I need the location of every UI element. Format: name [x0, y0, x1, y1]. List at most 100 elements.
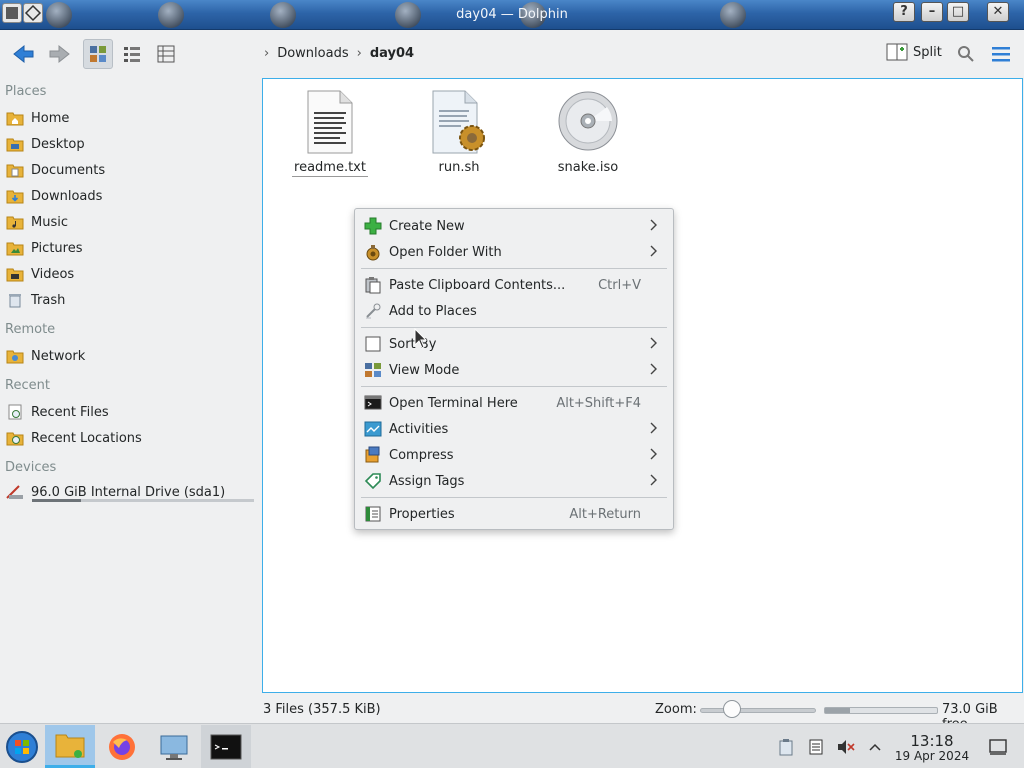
recent-header: Recent — [5, 378, 50, 393]
show-desktop-button[interactable] — [988, 737, 1008, 757]
split-label: Split — [913, 44, 942, 60]
disc-image-icon — [558, 91, 618, 151]
menu-item-compress[interactable]: Compress — [361, 442, 667, 468]
sidebar-item-pictures[interactable]: Pictures — [5, 236, 255, 260]
volume-muted-icon[interactable] — [836, 737, 856, 757]
hamburger-menu-icon — [992, 47, 1010, 62]
icons-view-button[interactable] — [83, 39, 113, 69]
search-icon — [958, 46, 974, 62]
back-button[interactable] — [8, 39, 40, 69]
search-button[interactable] — [953, 39, 979, 69]
details-view-button[interactable] — [151, 39, 181, 69]
taskbar: 13:18 19 Apr 2024 — [0, 723, 1024, 768]
digital-clock[interactable]: 13:18 19 Apr 2024 — [893, 733, 971, 763]
sidebar-item-network[interactable]: Network — [5, 344, 255, 368]
submenu-arrow-icon — [650, 448, 657, 460]
sidebar-item-label: Recent Locations — [31, 430, 142, 446]
zoom-label: Zoom: — [655, 702, 697, 717]
menu-separator — [361, 497, 667, 498]
menu-item-properties[interactable]: Properties Alt+Return — [361, 501, 667, 527]
application-launcher-button[interactable] — [0, 725, 44, 768]
clock-date: 19 Apr 2024 — [894, 749, 970, 763]
sidebar-item-trash[interactable]: Trash — [5, 288, 255, 312]
menu-item-label: Open Folder With — [389, 244, 502, 260]
breadcrumb-chevron-icon: › — [356, 46, 362, 61]
sidebar-item-music[interactable]: Music — [5, 210, 255, 234]
devices-header: Devices — [5, 460, 57, 475]
split-button[interactable]: Split — [886, 42, 942, 62]
file-name: snake.iso — [557, 160, 619, 175]
hamburger-menu-button[interactable] — [987, 39, 1015, 69]
clipboard-tray-icon[interactable] — [776, 737, 796, 757]
menu-item-label: View Mode — [389, 362, 460, 378]
menu-item-assign-tags[interactable]: Assign Tags — [361, 468, 667, 494]
submenu-arrow-icon — [650, 474, 657, 486]
sidebar-item-recent-files[interactable]: Recent Files — [5, 400, 255, 424]
menu-item-add-to-places[interactable]: Add to Places — [361, 298, 667, 324]
plus-icon — [363, 216, 383, 236]
notes-tray-icon[interactable] — [806, 737, 826, 757]
file-item-run-sh[interactable]: run.sh — [404, 89, 514, 176]
zoom-slider[interactable] — [700, 708, 816, 713]
menu-item-view-mode[interactable]: View Mode — [361, 357, 667, 383]
zoom-slider-handle[interactable] — [723, 700, 742, 718]
sidebar-item-videos[interactable]: Videos — [5, 262, 255, 286]
menu-item-activities[interactable]: Activities — [361, 416, 667, 442]
sidebar-item-label: Music — [31, 214, 68, 230]
help-button[interactable]: ? — [893, 2, 915, 22]
menu-item-paste[interactable]: Paste Clipboard Contents... Ctrl+V — [361, 272, 667, 298]
compress-icon — [363, 445, 383, 465]
tray-expand-icon[interactable] — [865, 737, 885, 757]
sidebar-item-label: 96.0 GiB Internal Drive (sda1) — [31, 484, 226, 500]
open-with-icon — [363, 242, 383, 262]
sidebar-item-documents[interactable]: Documents — [5, 158, 255, 182]
menu-item-create-new[interactable]: Create New — [361, 213, 667, 239]
recent-files-icon — [5, 402, 25, 422]
sidebar-item-recent-locations[interactable]: Recent Locations — [5, 426, 255, 450]
clock-time: 13:18 — [910, 732, 954, 750]
places-panel: Places Home Desktop Documents Downloads … — [0, 78, 262, 698]
task-dolphin[interactable] — [45, 725, 95, 768]
menu-item-open-terminal[interactable]: Open Terminal Here Alt+Shift+F4 — [361, 390, 667, 416]
task-system-settings[interactable] — [149, 725, 199, 768]
sidebar-item-label: Downloads — [31, 188, 103, 204]
close-button[interactable]: ✕ — [987, 2, 1009, 22]
sidebar-item-label: Desktop — [31, 136, 85, 152]
downloads-folder-icon — [5, 186, 25, 206]
menu-item-open-folder-with[interactable]: Open Folder With — [361, 239, 667, 265]
task-terminal[interactable] — [201, 725, 251, 768]
sidebar-item-label: Videos — [31, 266, 75, 282]
submenu-arrow-icon — [650, 219, 657, 231]
home-folder-icon — [5, 108, 25, 128]
file-item-snake-iso[interactable]: snake.iso — [533, 89, 643, 176]
breadcrumb-item-downloads[interactable]: Downloads — [277, 46, 348, 61]
forward-button[interactable] — [44, 39, 74, 69]
sidebar-item-downloads[interactable]: Downloads — [5, 184, 255, 208]
title-bar[interactable]: day04 — Dolphin ? – □ ✕ — [0, 0, 1024, 30]
sidebar-item-label: Documents — [31, 162, 106, 178]
submenu-arrow-icon — [650, 422, 657, 434]
compact-view-button[interactable] — [117, 39, 147, 69]
music-folder-icon — [5, 212, 25, 232]
minimize-button[interactable]: – — [921, 2, 943, 22]
submenu-arrow-icon — [650, 245, 657, 257]
maximize-button[interactable]: □ — [947, 2, 969, 22]
sidebar-item-label: Home — [31, 110, 70, 126]
file-item-readme[interactable]: readme.txt — [275, 89, 385, 177]
paste-icon — [363, 275, 383, 295]
menu-separator — [361, 268, 667, 269]
sidebar-item-desktop[interactable]: Desktop — [5, 132, 255, 156]
task-firefox[interactable] — [97, 725, 147, 768]
window-title: day04 — Dolphin — [456, 7, 568, 22]
menu-item-sort-by[interactable]: Sort By — [361, 331, 667, 357]
free-space-bar — [824, 707, 938, 714]
pictures-folder-icon — [5, 238, 25, 258]
sidebar-item-home[interactable]: Home — [5, 106, 255, 130]
text-file-icon — [307, 90, 353, 154]
menu-item-shortcut: Ctrl+V — [598, 277, 641, 293]
network-folder-icon — [5, 346, 25, 366]
free-space-fill — [825, 708, 850, 713]
tag-icon — [363, 471, 383, 491]
mouse-pointer-icon — [414, 328, 428, 349]
breadcrumb-item-current[interactable]: day04 — [370, 46, 414, 61]
